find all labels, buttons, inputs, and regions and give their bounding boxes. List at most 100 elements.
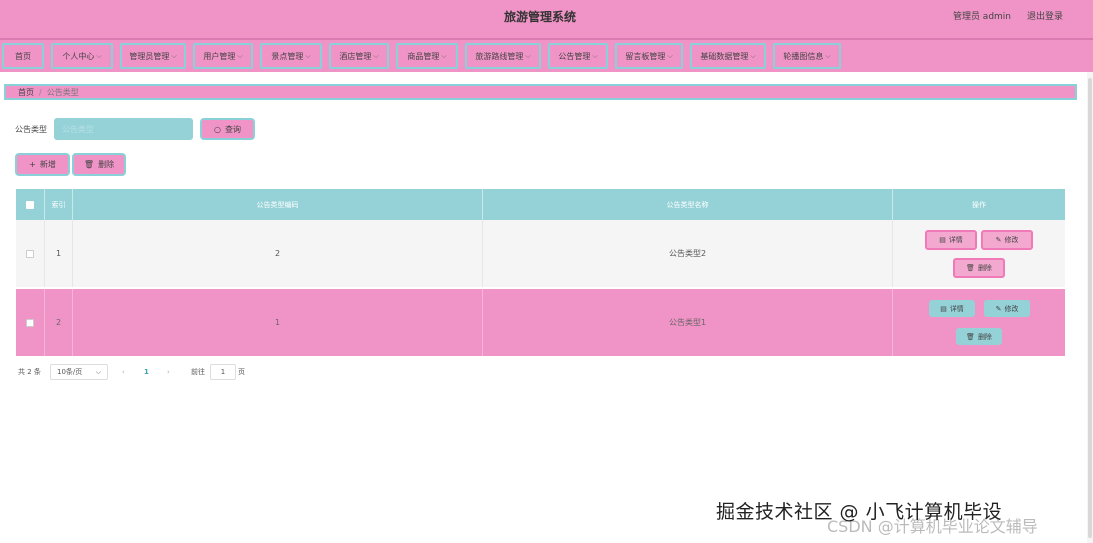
pager-unit: 页 — [238, 368, 245, 376]
detail-button[interactable]: ▤ 详情 — [929, 300, 975, 317]
chevron-down-icon: ⌵ — [96, 51, 102, 60]
nav-item-carousel[interactable]: 轮播图信息 ⌵ — [773, 43, 841, 69]
search-button-label: 查询 — [224, 124, 241, 134]
document-icon: ▤ — [939, 236, 946, 244]
nav-label: 基础数据管理 — [700, 51, 749, 61]
notice-type-search-input[interactable] — [54, 118, 193, 140]
chevron-down-icon: ⌵ — [237, 51, 243, 60]
edit-button[interactable]: ✎ 修改 — [984, 300, 1030, 317]
chevron-down-icon: ⌵ — [373, 51, 379, 60]
delete-button[interactable]: 🗑 删除 — [956, 328, 1002, 345]
nav-label: 首页 — [15, 51, 31, 61]
row-ops: ▤ 详情 ✎ 修改 🗑 删除 — [893, 220, 1065, 287]
row-code: 1 — [73, 289, 483, 356]
detail-label: 详情 — [949, 304, 964, 313]
logout-link[interactable]: 退出登录 — [1027, 9, 1063, 22]
nav-item-routes[interactable]: 旅游路线管理 ⌵ — [465, 43, 541, 69]
row-name: 公告类型2 — [483, 220, 893, 287]
breadcrumb-home[interactable]: 首页 — [18, 87, 34, 98]
plus-icon: + — [29, 160, 36, 169]
trash-icon: 🗑 — [966, 264, 975, 272]
edit-icon: ✎ — [995, 304, 1002, 313]
trash-icon: 🗑 — [83, 160, 95, 169]
table-row: 1 2 公告类型2 ▤ 详情 ✎ 修改 🗑 删除 — [16, 220, 1065, 287]
row-select-cell[interactable] — [16, 220, 45, 287]
batch-delete-button[interactable]: 🗑 删除 — [72, 153, 126, 176]
search-icon: ○ — [214, 124, 221, 134]
breadcrumb-current: 公告类型 — [46, 87, 79, 97]
batch-delete-label: 删除 — [98, 160, 115, 169]
top-header: 旅游管理系统 管理员 admin 退出登录 — [0, 0, 1093, 38]
nav-item-scenic[interactable]: 景点管理 ⌵ — [260, 43, 322, 69]
next-page-button[interactable]: › — [167, 364, 170, 380]
header-code[interactable]: 公告类型编码 — [73, 189, 483, 220]
nav-item-notice[interactable]: 公告管理 ⌵ — [548, 43, 608, 69]
nav-item-admin[interactable]: 管理员管理 ⌵ — [120, 43, 186, 69]
select-all-cell[interactable] — [16, 189, 45, 220]
delete-label: 删除 — [977, 264, 992, 272]
app-title: 旅游管理系统 — [503, 10, 576, 24]
table-row: 2 1 公告类型1 ▤ 详情 ✎ 修改 🗑 删除 — [16, 289, 1065, 356]
trash-icon: 🗑 — [966, 332, 975, 341]
nav-label: 景点管理 — [271, 51, 304, 61]
header-index: 索引 — [45, 189, 73, 220]
nav-item-goods[interactable]: 商品管理 ⌵ — [396, 43, 458, 69]
search-button[interactable]: ○ 查询 — [200, 118, 255, 140]
nav-label: 公告管理 — [558, 51, 591, 61]
nav-label: 用户管理 — [203, 51, 236, 61]
row-select-cell[interactable] — [16, 289, 45, 356]
breadcrumb: 首页 / 公告类型 — [4, 84, 1077, 100]
nav-item-messages[interactable]: 留言板管理 ⌵ — [615, 43, 683, 69]
page-size-select[interactable]: 10条/页 ⌵ — [50, 364, 108, 380]
pager-goto-label: 前往 — [191, 368, 205, 376]
page-number-1[interactable]: 1 — [144, 364, 149, 380]
chevron-down-icon: ⌵ — [592, 51, 598, 60]
header-ops: 操作 — [972, 200, 986, 209]
chevron-down-icon: ⌵ — [171, 51, 177, 60]
chevron-down-icon: ⌵ — [305, 51, 311, 60]
watermark-juejin: 掘金技术社区 @ 小飞计算机毕设 — [716, 501, 1003, 523]
add-button-label: 新增 — [39, 160, 56, 169]
header-name[interactable]: 公告类型名称 — [483, 189, 893, 220]
page-jump-value: 1 — [220, 368, 226, 376]
nav-label: 个人中心 — [62, 51, 95, 61]
delete-button[interactable]: 🗑 删除 — [953, 258, 1005, 278]
chevron-down-icon: ⌵ — [750, 51, 756, 60]
page-size-value: 10条/页 — [57, 368, 83, 376]
nav-label: 旅游路线管理 — [475, 51, 524, 61]
nav-item-basedata[interactable]: 基础数据管理 ⌵ — [690, 43, 766, 69]
row-checkbox[interactable] — [26, 318, 34, 327]
nav-label: 商品管理 — [407, 51, 440, 61]
nav-label: 轮播图信息 — [783, 51, 824, 61]
edit-label: 修改 — [1004, 304, 1019, 313]
nav-label: 留言板管理 — [625, 51, 666, 61]
edit-label: 修改 — [1004, 236, 1019, 244]
row-name: 公告类型1 — [483, 289, 893, 356]
add-button[interactable]: + 新增 — [15, 153, 70, 176]
detail-button[interactable]: ▤ 详情 — [925, 230, 977, 250]
row-checkbox[interactable] — [26, 249, 34, 258]
main-nav: 首页 个人中心 ⌵ 管理员管理 ⌵ 用户管理 ⌵ 景点管理 ⌵ 酒店管理 ⌵ 商品管理 ⌵ … — [0, 38, 1093, 72]
chevron-down-icon: ⌵ — [825, 51, 831, 60]
nav-item-users[interactable]: 用户管理 ⌵ — [193, 43, 253, 69]
edit-button[interactable]: ✎ 修改 — [981, 230, 1033, 250]
nav-item-profile[interactable]: 个人中心 ⌵ — [51, 43, 113, 69]
row-ops: ▤ 详情 ✎ 修改 🗑 删除 — [893, 289, 1065, 356]
page-jump-input[interactable]: 1 — [210, 364, 236, 380]
current-user: 管理员 admin — [952, 12, 1011, 22]
chevron-down-icon: ⌵ — [667, 51, 673, 60]
search-label: 公告类型 — [15, 125, 47, 134]
table-header: 索引 公告类型编码 公告类型名称 操作 — [16, 189, 1065, 220]
nav-label: 酒店管理 — [339, 51, 372, 61]
detail-label: 详情 — [948, 236, 963, 244]
prev-page-button[interactable]: ‹ — [122, 364, 125, 380]
pager-total: 共 2 条 — [18, 368, 41, 376]
row-index: 1 — [45, 220, 73, 287]
select-all-checkbox[interactable] — [26, 200, 34, 209]
delete-label: 删除 — [977, 332, 992, 341]
scrollbar-thumb[interactable] — [1088, 78, 1092, 538]
nav-item-hotel[interactable]: 酒店管理 ⌵ — [329, 43, 389, 69]
breadcrumb-separator: / — [39, 87, 42, 97]
nav-item-home[interactable]: 首页 — [2, 43, 44, 69]
page-scrollbar[interactable] — [1087, 72, 1093, 543]
